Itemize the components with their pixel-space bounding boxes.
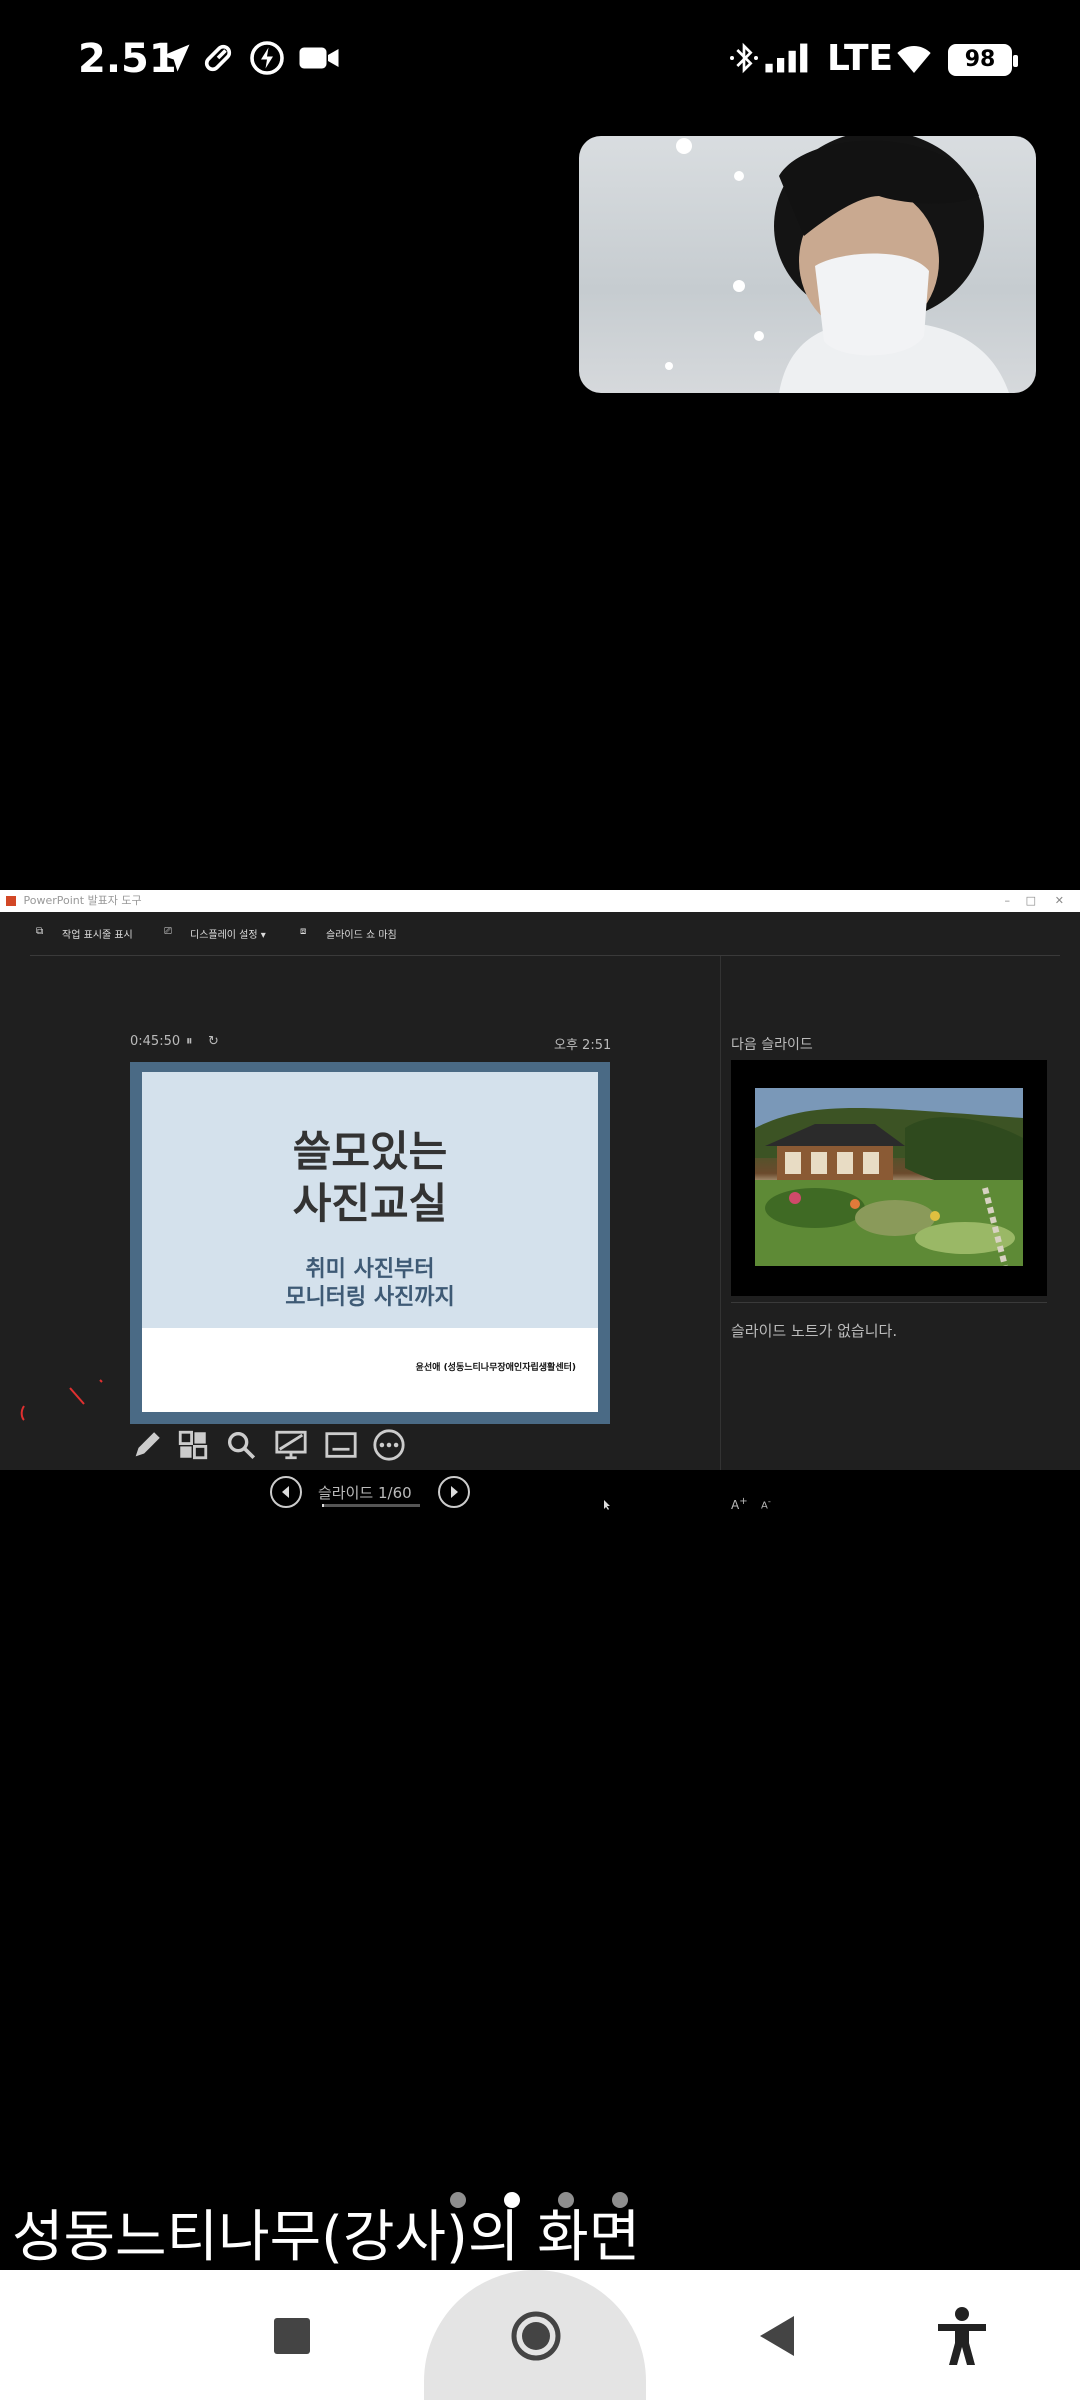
location-arrow-icon [162,44,190,72]
pill-icon [204,44,232,72]
black-screen-icon[interactable] [274,1428,308,1462]
pen-annotation [20,1379,103,1421]
chevron-right-icon [451,1486,458,1498]
current-slide: 쓸모있는 사진교실 취미 사진부터 모니터링 사진까지 윤선애 (성동느티나무장… [142,1072,598,1412]
battery-indicator: 98 [948,44,1018,76]
ppt-window-title: PowerPoint 발표자 도구 [23,894,142,907]
current-time: 오후 2:51 [554,1038,612,1053]
mouse-cursor-icon [604,1500,610,1510]
display-settings-label[interactable]: 디스플레이 설정 ▾ [190,926,266,941]
slide-counter: 슬라이드 1/60 [318,1484,412,1502]
ppt-title-bar: PowerPoint 발표자 도구 – □ ✕ [0,890,1080,912]
slide-title-line-2: 사진교실 [292,1179,448,1228]
hanok-garden-image [755,1088,1023,1266]
bluetooth-vibrate-icon [730,42,758,74]
navigation-bar [0,2270,1080,2400]
previous-slide-button[interactable] [270,1476,302,1508]
see-all-slides-icon[interactable] [176,1428,210,1462]
slide-subtitle-line-1: 취미 사진부터 [305,1257,435,1282]
shared-screen: PowerPoint 발표자 도구 – □ ✕ ⧉ 작업 표시줄 표시 ⎚ 디스… [0,890,1080,1512]
self-video-tile[interactable] [579,136,1036,393]
next-slide-label: 다음 슬라이드 [731,1037,813,1053]
ppt-toolbar: ⧉ 작업 표시줄 표시 ⎚ 디스플레이 설정 ▾ ⧈ 슬라이드 쇼 마침 [0,912,1080,956]
chevron-left-icon [282,1486,289,1498]
subtitles-icon[interactable] [324,1428,358,1462]
slide-progress-bar [322,1504,420,1507]
end-slideshow-icon[interactable]: ⧈ [300,926,306,937]
presenter-main-pane: 0:45:50 ⏸ ↻ 오후 2:51 쓸모있는 사진교실 취미 사진부터 모니… [0,956,720,1510]
notes-divider [731,1302,1047,1303]
powerpoint-logo-icon [6,896,16,906]
back-triangle-icon[interactable] [758,2314,796,2358]
power-saving-icon [250,41,284,75]
maximize-icon[interactable]: □ [1026,890,1036,912]
current-slide-frame: 쓸모있는 사진교실 취미 사진부터 모니터링 사진까지 윤선애 (성동느티나무장… [130,1062,610,1424]
home-circle-icon[interactable] [510,2310,562,2362]
slide-title-line-1: 쓸모있는 [292,1127,448,1176]
video-camera-icon [299,47,339,69]
slide-title: 쓸모있는 사진교실 [142,1126,598,1230]
next-slide-image [755,1088,1023,1266]
slide-credit: 윤선애 (성동느티나무장애인자립생활센터) [415,1363,576,1373]
shared-screen-caption: 성동느티나무(강사)의 화면 [12,2205,641,2270]
elapsed-timer: 0:45:50 [130,1034,181,1049]
next-slide-preview[interactable] [731,1060,1047,1296]
more-options-icon[interactable] [372,1428,406,1462]
presenter-side-pane: 다음 슬라이드 슬라이드 노트가 없습니다. A+ A- [720,956,1080,1512]
close-icon[interactable]: ✕ [1055,890,1064,912]
slide-subtitle: 취미 사진부터 모니터링 사진까지 [142,1256,598,1312]
pen-icon[interactable] [130,1428,164,1462]
slide-notes: 슬라이드 노트가 없습니다. [731,1322,898,1340]
restart-timer-icon[interactable]: ↻ [208,1034,219,1049]
taskbar-toggle-icon[interactable]: ⧉ [36,926,43,937]
network-type: LTE [827,38,894,79]
wifi-icon [897,45,931,73]
slide-progress-fill [322,1504,324,1507]
slide-subtitle-line-2: 모니터링 사진까지 [285,1285,455,1310]
pause-icon[interactable]: ⏸ [186,1034,193,1049]
status-bar: 2.51 LTE 98 [0,0,1080,120]
participant-video-image [665,136,1009,393]
decrease-font-icon[interactable]: A- [761,1496,771,1511]
display-settings-icon[interactable]: ⎚ [164,926,172,937]
recents-square-icon[interactable] [274,2318,310,2354]
accessibility-icon[interactable] [934,2306,990,2366]
slide-title-area: 쓸모있는 사진교실 취미 사진부터 모니터링 사진까지 [142,1072,598,1328]
signal-strength-icon [765,43,808,73]
zoom-icon[interactable] [224,1428,258,1462]
taskbar-toggle-label[interactable]: 작업 표시줄 표시 [62,926,133,941]
increase-font-icon[interactable]: A+ [731,1496,748,1512]
minimize-icon[interactable]: – [1005,890,1011,912]
next-slide-button[interactable] [438,1476,470,1508]
end-slideshow-label[interactable]: 슬라이드 쇼 마침 [326,926,397,941]
